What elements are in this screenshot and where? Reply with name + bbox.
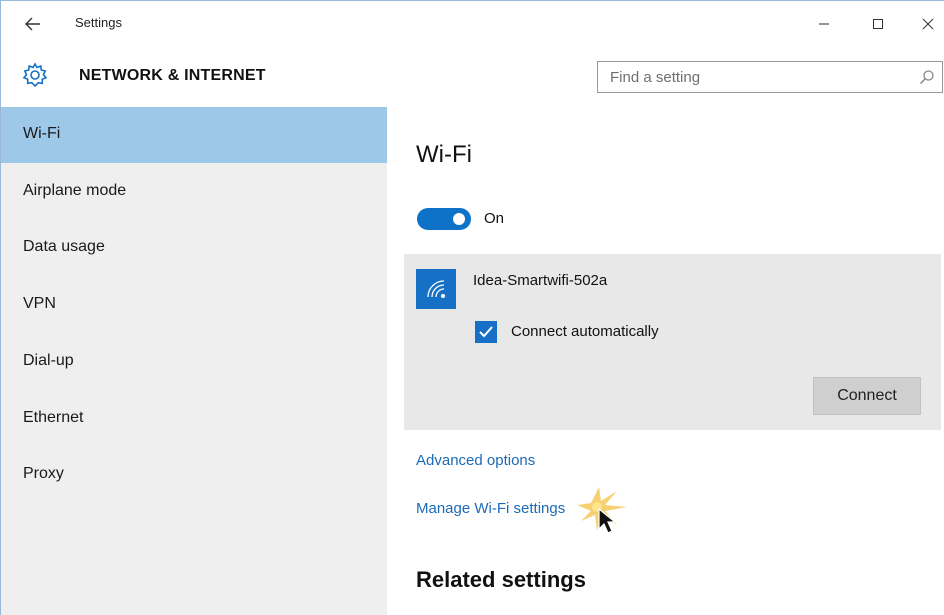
minimize-icon[interactable]: [809, 11, 839, 37]
manage-wifi-settings-link[interactable]: Manage Wi-Fi settings: [416, 500, 565, 517]
sidebar-item-airplane-mode[interactable]: Airplane mode: [1, 164, 387, 220]
sidebar-item-proxy[interactable]: Proxy: [1, 447, 387, 503]
toggle-state-label: On: [484, 210, 505, 227]
search-input[interactable]: [598, 62, 898, 92]
advanced-options-link[interactable]: Advanced options: [416, 452, 535, 469]
wifi-signal-icon: [416, 269, 456, 309]
sidebar-item-label: Airplane mode: [23, 182, 127, 199]
sidebar-item-label: Ethernet: [23, 409, 84, 426]
search-box[interactable]: [597, 61, 943, 93]
related-settings-heading: Related settings: [416, 567, 586, 592]
sidebar-item-label: Proxy: [23, 465, 64, 482]
auto-connect-checkbox[interactable]: [475, 321, 497, 343]
search-icon[interactable]: [918, 68, 936, 86]
maximize-icon[interactable]: [863, 11, 893, 37]
main-content: Wi-Fi On Idea-Smartwifi-502a Connect aut…: [387, 107, 944, 615]
sidebar-item-label: Dial-up: [23, 352, 74, 369]
sidebar-item-ethernet[interactable]: Ethernet: [1, 391, 387, 447]
sidebar-item-label: Wi-Fi: [23, 125, 61, 142]
connect-button[interactable]: Connect: [813, 377, 921, 415]
click-highlight: [577, 485, 637, 545]
settings-window: Settings NETWORK & INTERNET Find a setti…: [0, 0, 944, 615]
back-arrow-icon[interactable]: [23, 14, 43, 34]
sidebar-item-data-usage[interactable]: Data usage: [1, 220, 387, 276]
sidebar: Wi-Fi Airplane mode Data usage VPN Dial-…: [1, 107, 387, 615]
sidebar-item-label: VPN: [23, 295, 56, 312]
page-title: Wi-Fi: [416, 141, 472, 168]
network-name: Idea-Smartwifi-502a: [473, 272, 608, 289]
title-bar: Settings: [1, 1, 944, 45]
sidebar-item-label: Data usage: [23, 238, 105, 255]
toggle-knob: [453, 213, 465, 225]
section-title: NETWORK & INTERNET: [79, 67, 266, 84]
network-card[interactable]: Idea-Smartwifi-502a Connect automaticall…: [404, 254, 941, 430]
gear-icon: [21, 61, 49, 89]
sidebar-item-wifi[interactable]: Wi-Fi: [1, 107, 387, 163]
sidebar-item-vpn[interactable]: VPN: [1, 277, 387, 333]
window-title: Settings: [75, 15, 122, 30]
page-header: NETWORK & INTERNET: [1, 45, 944, 107]
wifi-toggle[interactable]: [417, 208, 471, 230]
close-icon[interactable]: [913, 11, 943, 37]
auto-connect-label: Connect automatically: [511, 323, 659, 340]
sidebar-item-dial-up[interactable]: Dial-up: [1, 334, 387, 390]
